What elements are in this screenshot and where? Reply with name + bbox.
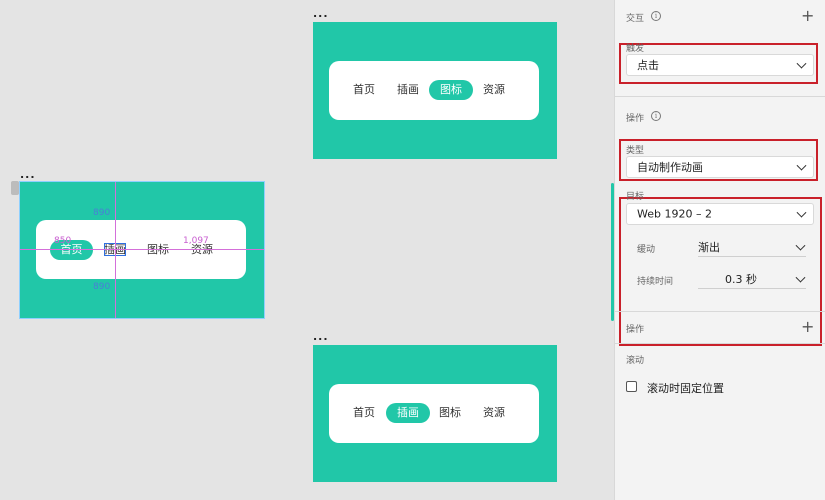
type-label: 类型 bbox=[626, 146, 645, 156]
trigger-label: 触发 bbox=[626, 44, 645, 54]
nav-item-resources[interactable]: 资源 bbox=[476, 403, 512, 423]
measure-left: 850 bbox=[54, 236, 72, 246]
nav-item-icons-active[interactable]: 图标 bbox=[429, 80, 473, 100]
easing-select[interactable]: 渐出 bbox=[698, 237, 806, 257]
artboard-label-1[interactable]: ... bbox=[313, 8, 329, 19]
chevron-down-icon bbox=[796, 58, 807, 69]
info-icon[interactable]: i bbox=[651, 111, 661, 121]
easing-value: 渐出 bbox=[698, 241, 720, 254]
nav-card: 首页 插画 图标 资源 bbox=[329, 61, 539, 120]
measure-bottom: 890 bbox=[93, 282, 111, 292]
scroll-title: 滚动 bbox=[626, 356, 645, 366]
artboard-1[interactable]: 首页 插画 图标 资源 bbox=[313, 22, 557, 159]
action-add-label: 操作 bbox=[626, 325, 645, 335]
chevron-down-icon bbox=[796, 207, 807, 218]
measure-top: 890 bbox=[93, 208, 111, 218]
guide-horizontal bbox=[20, 249, 264, 250]
artboard-label-2[interactable]: ... bbox=[20, 169, 36, 180]
artboard-2[interactable]: 首页 插画 图标 资源 bbox=[19, 181, 265, 319]
duration-value: 0.3 秒 bbox=[725, 273, 757, 286]
add-interaction-plus-icon[interactable]: + bbox=[801, 8, 814, 24]
trigger-value: 点击 bbox=[637, 59, 659, 72]
trigger-dropdown[interactable]: 点击 bbox=[626, 54, 814, 76]
easing-label: 缓动 bbox=[637, 245, 656, 255]
nav-card: 首页 插画 图标 资源 bbox=[329, 384, 539, 443]
target-label: 目标 bbox=[626, 192, 645, 202]
scroll-indicator bbox=[611, 183, 614, 321]
artboard-3[interactable]: 首页 插画 图标 资源 bbox=[313, 345, 557, 482]
section-divider bbox=[614, 343, 825, 344]
duration-select[interactable]: 0.3 秒 bbox=[698, 269, 806, 289]
chevron-down-icon bbox=[796, 160, 807, 171]
nav-item-icons[interactable]: 图标 bbox=[432, 403, 468, 423]
guide-vertical bbox=[115, 182, 116, 318]
chevron-down-icon bbox=[795, 240, 806, 251]
nav-item-icons[interactable]: 图标 bbox=[140, 240, 176, 260]
type-value: 自动制作动画 bbox=[637, 161, 703, 174]
info-icon[interactable]: i bbox=[651, 11, 661, 21]
measure-right: 1,097 bbox=[183, 236, 209, 246]
type-dropdown[interactable]: 自动制作动画 bbox=[626, 156, 814, 178]
target-dropdown[interactable]: Web 1920 – 2 bbox=[626, 203, 814, 225]
artboard-label-3[interactable]: ... bbox=[313, 331, 329, 342]
artboard-handle[interactable] bbox=[11, 181, 19, 195]
nav-item-illustration[interactable]: 插画 bbox=[390, 80, 426, 100]
chevron-down-icon bbox=[795, 272, 806, 283]
add-action-plus-icon[interactable]: + bbox=[801, 319, 814, 335]
action-title: 操作 bbox=[626, 114, 645, 124]
fix-position-label[interactable]: 滚动时固定位置 bbox=[647, 380, 724, 396]
nav-item-home[interactable]: 首页 bbox=[346, 403, 382, 423]
section-divider bbox=[614, 96, 825, 97]
fix-position-checkbox[interactable] bbox=[626, 381, 637, 392]
nav-item-illustration-active[interactable]: 插画 bbox=[386, 403, 430, 423]
section-divider bbox=[614, 311, 825, 312]
nav-item-resources[interactable]: 资源 bbox=[476, 80, 512, 100]
duration-label: 持续时间 bbox=[637, 277, 674, 287]
target-value: Web 1920 – 2 bbox=[637, 207, 712, 221]
interaction-title: 交互 bbox=[626, 14, 645, 24]
nav-item-home[interactable]: 首页 bbox=[346, 80, 382, 100]
